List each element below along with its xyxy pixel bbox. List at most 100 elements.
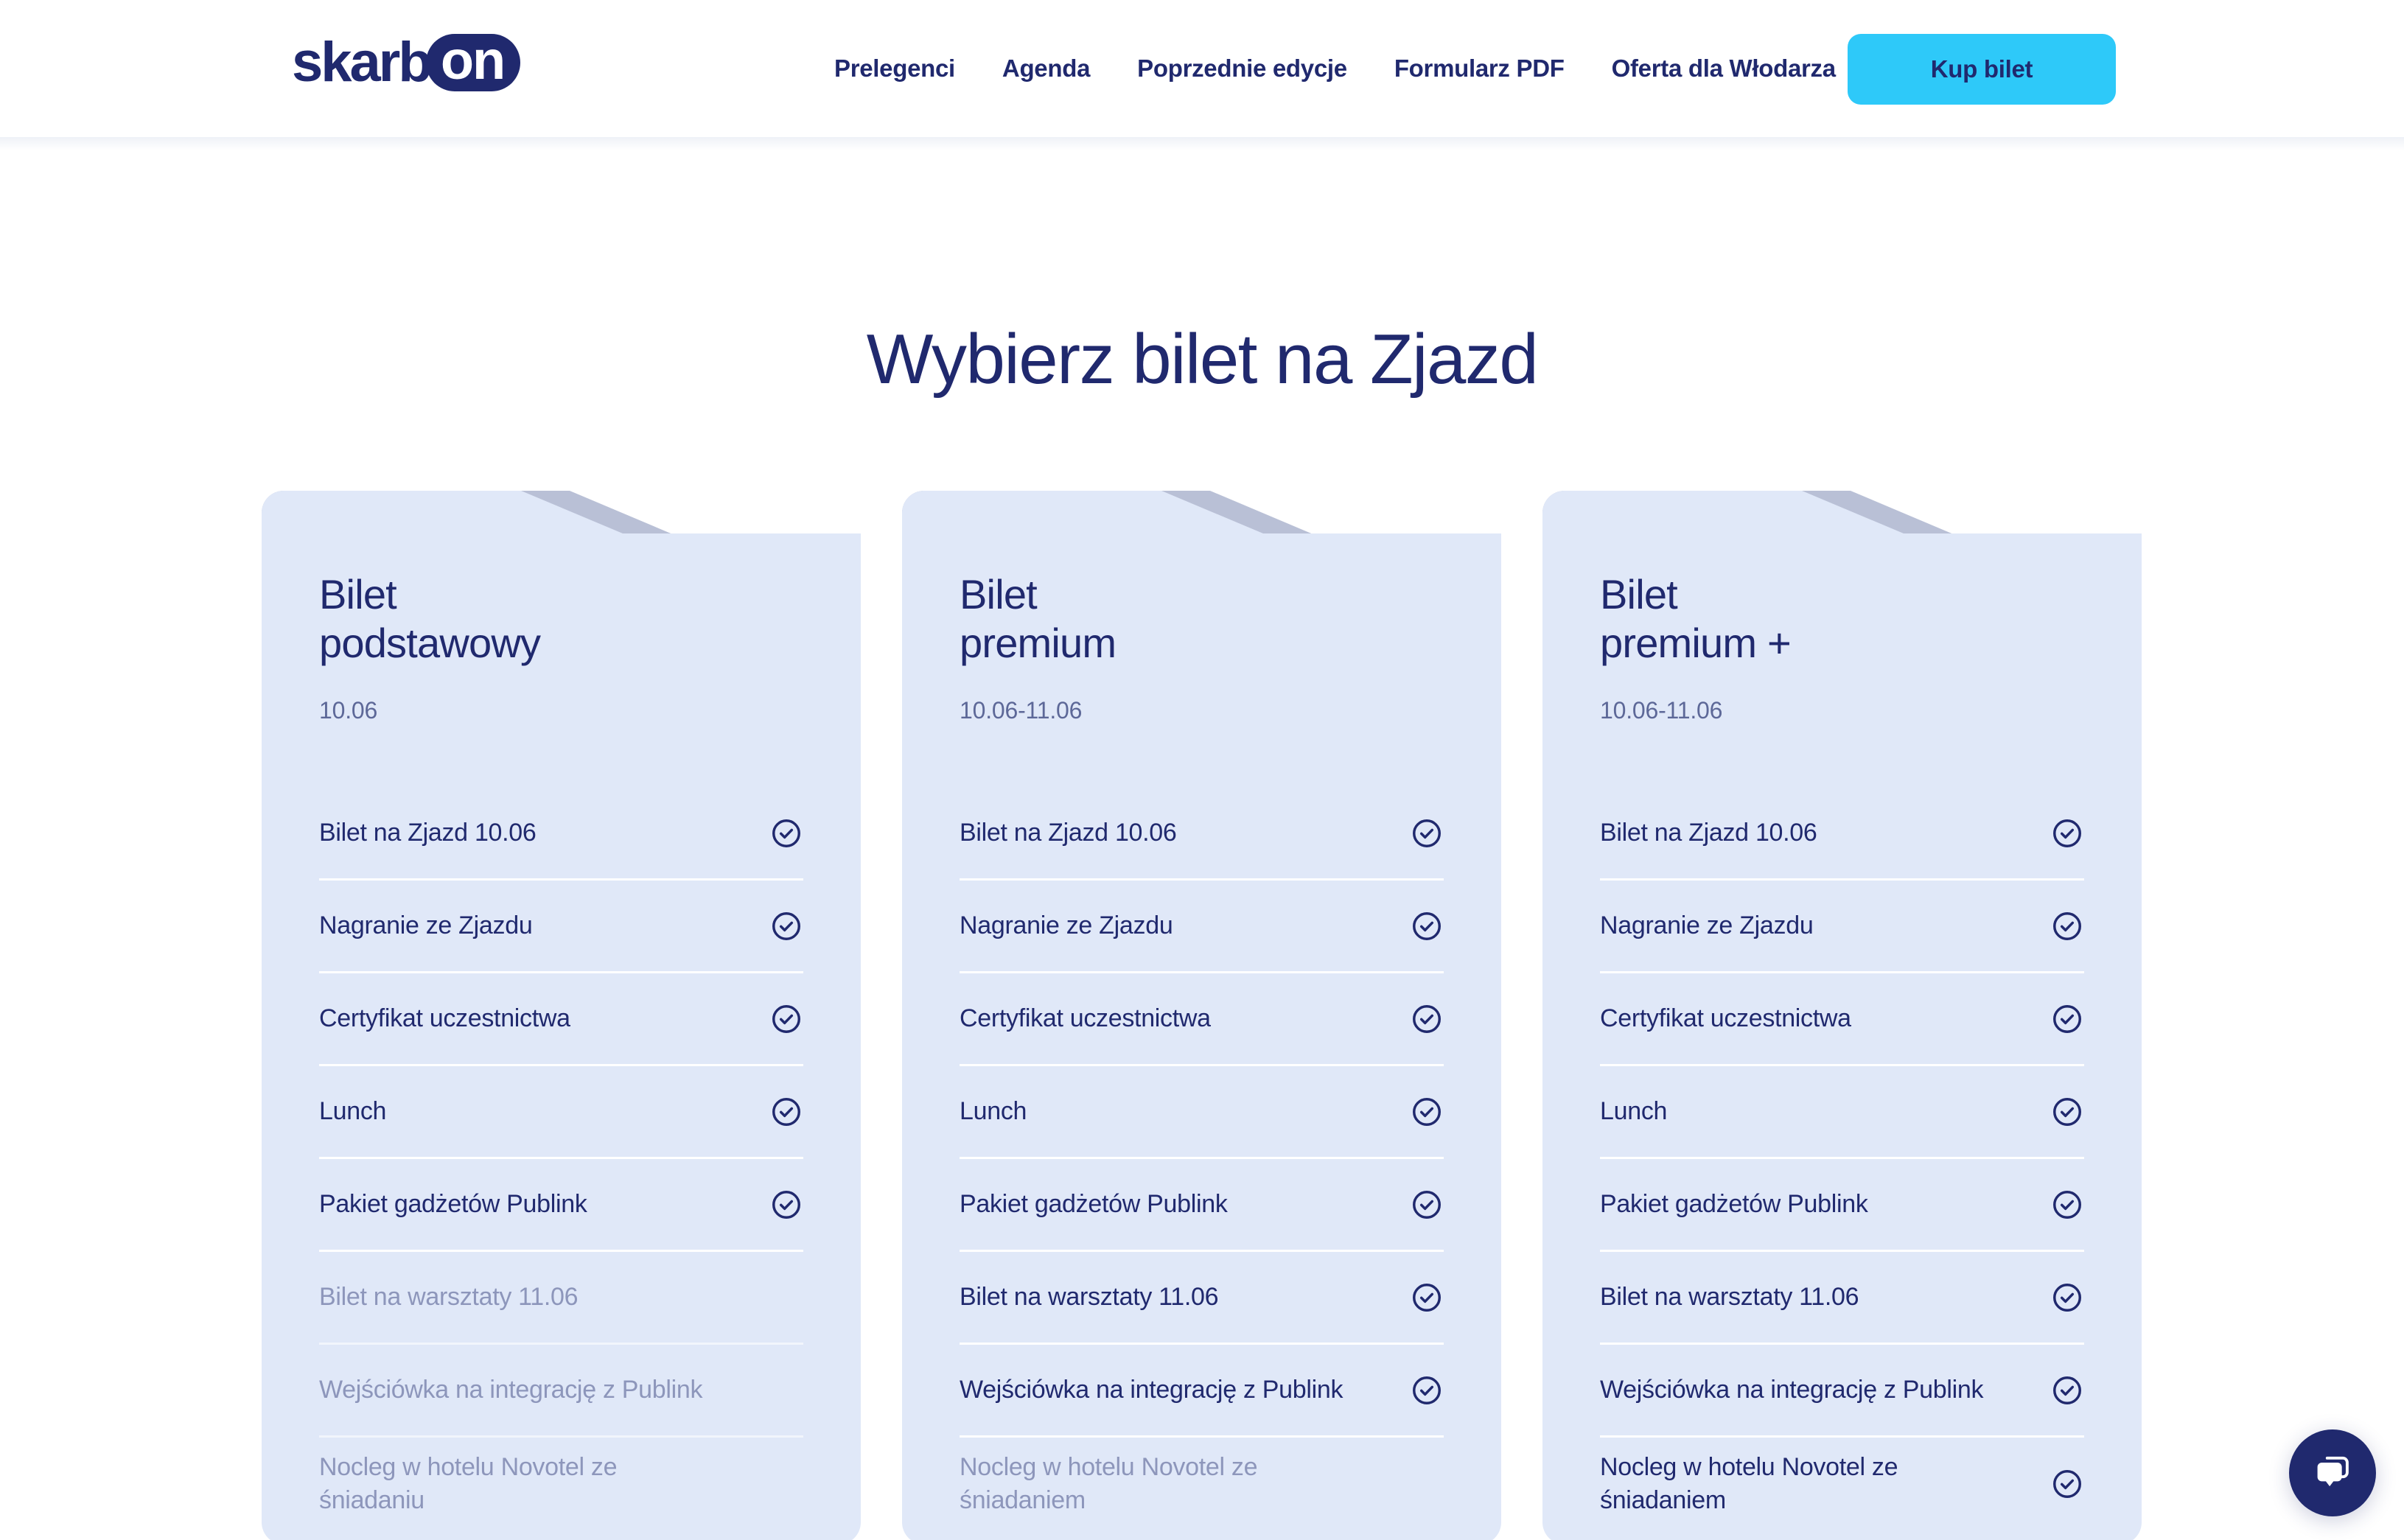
feature-label: Lunch xyxy=(1600,1097,1668,1126)
feature-list: Bilet na Zjazd 10.06 Nagranie ze Zjazdu … xyxy=(960,788,1444,1530)
check-circle-icon xyxy=(772,911,800,940)
check-circle-icon xyxy=(1413,1376,1441,1404)
feature-item-excluded: Nocleg w hotelu Novotel ze śniadaniem xyxy=(960,1438,1444,1530)
feature-label: Bilet na warsztaty 11.06 xyxy=(319,1283,579,1312)
feature-item-excluded: Nocleg w hotelu Novotel ze śniadaniu xyxy=(319,1438,803,1530)
feature-label: Certyfikat uczestnictwa xyxy=(960,1004,1211,1033)
ticket-card-premium-plus[interactable]: Bilet premium + 10.06-11.06 Bilet na Zja… xyxy=(1542,491,2142,1540)
check-circle-icon xyxy=(2053,819,2081,847)
feature-item: Nagranie ze Zjazdu xyxy=(960,881,1444,974)
card-title: Bilet premium + xyxy=(1600,571,1792,667)
feature-label: Nocleg w hotelu Novotel ze śniadaniu xyxy=(319,1452,618,1515)
feature-label: Lunch xyxy=(960,1097,1027,1126)
feature-item: Nocleg w hotelu Novotel ze śniadaniem xyxy=(1600,1438,2084,1530)
page-title: Wybierz bilet na Zjazd xyxy=(866,320,1539,399)
ticket-card-podstawowy[interactable]: Bilet podstawowy 10.06 Bilet na Zjazd 10… xyxy=(262,491,861,1540)
feature-label: Wejściówka na integrację z Publink xyxy=(319,1376,703,1404)
feature-label: Pakiet gadżetów Publink xyxy=(1600,1190,1868,1219)
card-title: Bilet podstawowy xyxy=(319,571,541,667)
nav-link-prelegenci[interactable]: Prelegenci xyxy=(811,55,979,83)
feature-item: Certyfikat uczestnictwa xyxy=(1600,973,2084,1067)
feature-label: Certyfikat uczestnictwa xyxy=(319,1004,570,1033)
card-date: 10.06-11.06 xyxy=(960,697,1083,724)
ticket-cards-row: Bilet podstawowy 10.06 Bilet na Zjazd 10… xyxy=(262,491,2142,1540)
chat-bubble-icon xyxy=(2317,1456,2349,1487)
feature-item: Bilet na warsztaty 11.06 xyxy=(1600,1252,2084,1345)
nav-link-oferta-dla-wlodarza[interactable]: Oferta dla Włodarza xyxy=(1588,55,1859,83)
check-slot-empty xyxy=(1410,1467,1444,1501)
check-slot-empty xyxy=(769,1467,803,1501)
check-circle-icon xyxy=(1413,1004,1441,1033)
feature-label: Pakiet gadżetów Publink xyxy=(319,1190,587,1219)
check-circle-icon xyxy=(2053,911,2081,940)
feature-label: Bilet na Zjazd 10.06 xyxy=(1600,819,1817,847)
feature-label: Lunch xyxy=(319,1097,387,1126)
feature-item: Nagranie ze Zjazdu xyxy=(1600,881,2084,974)
site-logo[interactable]: skarb on xyxy=(292,31,521,94)
feature-label: Bilet na warsztaty 11.06 xyxy=(960,1283,1219,1312)
check-circle-icon xyxy=(1413,911,1441,940)
check-circle-icon xyxy=(772,819,800,847)
card-content: Bilet podstawowy 10.06 Bilet na Zjazd 10… xyxy=(319,570,803,1530)
nav-link-agenda[interactable]: Agenda xyxy=(979,55,1114,83)
ticket-card-premium[interactable]: Bilet premium 10.06-11.06 Bilet na Zjazd… xyxy=(902,491,1501,1540)
feature-label: Nocleg w hotelu Novotel ze śniadaniem xyxy=(960,1452,1258,1515)
check-circle-icon xyxy=(2053,1004,2081,1033)
feature-label: Nagranie ze Zjazdu xyxy=(960,911,1173,940)
feature-label: Bilet na Zjazd 10.06 xyxy=(960,819,1177,847)
feature-item: Lunch xyxy=(319,1066,803,1160)
feature-item: Nagranie ze Zjazdu xyxy=(319,881,803,974)
feature-item: Bilet na Zjazd 10.06 xyxy=(319,788,803,881)
check-circle-icon xyxy=(2053,1097,2081,1126)
check-circle-icon xyxy=(2053,1376,2081,1404)
feature-label: Bilet na warsztaty 11.06 xyxy=(1600,1283,1859,1312)
feature-item: Wejściówka na integrację z Publink xyxy=(1600,1345,2084,1438)
feature-list: Bilet na Zjazd 10.06 Nagranie ze Zjazdu … xyxy=(1600,788,2084,1530)
check-circle-icon xyxy=(2053,1190,2081,1219)
logo-wordmark: skarb xyxy=(292,31,433,94)
card-content: Bilet premium 10.06-11.06 Bilet na Zjazd… xyxy=(960,570,1444,1530)
feature-label: Nocleg w hotelu Novotel ze śniadaniem xyxy=(1600,1452,1898,1515)
feature-item-excluded: Wejściówka na integrację z Publink xyxy=(319,1345,803,1438)
check-slot-empty xyxy=(769,1281,803,1315)
feature-item: Certyfikat uczestnictwa xyxy=(319,973,803,1067)
check-circle-icon xyxy=(1413,1190,1441,1219)
feature-item: Lunch xyxy=(960,1066,1444,1160)
feature-item: Wejściówka na integrację z Publink xyxy=(960,1345,1444,1438)
logo-pill-on: on xyxy=(425,33,521,91)
feature-label: Wejściówka na integrację z Publink xyxy=(960,1376,1343,1404)
check-circle-icon xyxy=(1413,1097,1441,1126)
check-slot-empty xyxy=(769,1373,803,1407)
feature-label: Certyfikat uczestnictwa xyxy=(1600,1004,1851,1033)
card-title: Bilet premium xyxy=(960,571,1117,667)
card-date: 10.06-11.06 xyxy=(1600,697,1723,724)
feature-label: Bilet na Zjazd 10.06 xyxy=(319,819,537,847)
feature-label: Nagranie ze Zjazdu xyxy=(319,911,533,940)
check-circle-icon xyxy=(2053,1470,2081,1499)
feature-item: Pakiet gadżetów Publink xyxy=(319,1159,803,1253)
check-circle-icon xyxy=(772,1190,800,1219)
feature-label: Nagranie ze Zjazdu xyxy=(1600,911,1814,940)
card-content: Bilet premium + 10.06-11.06 Bilet na Zja… xyxy=(1600,570,2084,1530)
buy-ticket-button[interactable]: Kup bilet xyxy=(1848,34,2116,105)
feature-item: Lunch xyxy=(1600,1066,2084,1160)
check-circle-icon xyxy=(1413,1283,1441,1312)
feature-item: Pakiet gadżetów Publink xyxy=(960,1159,1444,1253)
feature-list: Bilet na Zjazd 10.06 Nagranie ze Zjazdu … xyxy=(319,788,803,1530)
check-circle-icon xyxy=(772,1004,800,1033)
feature-item: Bilet na Zjazd 10.06 xyxy=(960,788,1444,881)
feature-item: Bilet na Zjazd 10.06 xyxy=(1600,788,2084,881)
chat-widget-button[interactable] xyxy=(2289,1429,2376,1516)
check-circle-icon xyxy=(772,1097,800,1126)
feature-item: Certyfikat uczestnictwa xyxy=(960,973,1444,1067)
feature-label: Wejściówka na integrację z Publink xyxy=(1600,1376,1984,1404)
card-date: 10.06 xyxy=(319,697,378,724)
main-navigation: Prelegenci Agenda Poprzednie edycje Form… xyxy=(811,0,1859,137)
feature-item: Pakiet gadżetów Publink xyxy=(1600,1159,2084,1253)
nav-link-formularz-pdf[interactable]: Formularz PDF xyxy=(1371,55,1588,83)
nav-link-poprzednie-edycje[interactable]: Poprzednie edycje xyxy=(1114,55,1371,83)
feature-label: Pakiet gadżetów Publink xyxy=(960,1190,1228,1219)
check-circle-icon xyxy=(2053,1283,2081,1312)
page-body: Wybierz bilet na Zjazd Bilet podstawowy … xyxy=(0,137,2404,1540)
check-circle-icon xyxy=(1413,819,1441,847)
